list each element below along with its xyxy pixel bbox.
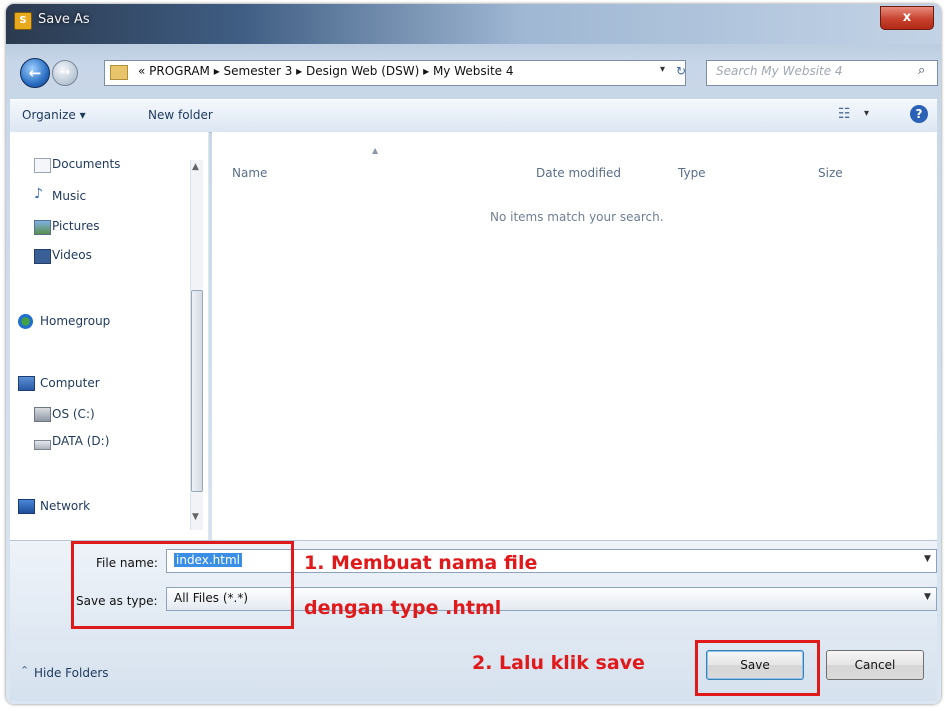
help-icon[interactable]: ?: [910, 105, 928, 123]
annotation-step-1-line-1: 1. Membuat nama file: [304, 552, 538, 574]
scroll-down-icon[interactable]: ▼: [192, 512, 199, 522]
close-button[interactable]: x: [880, 6, 934, 30]
network-icon: [18, 499, 35, 514]
sidebar-item-pictures[interactable]: Pictures: [52, 219, 100, 233]
sort-arrow-icon: ▲: [372, 146, 379, 155]
drive-icon: [34, 407, 51, 422]
back-button[interactable]: ←: [20, 58, 50, 88]
scroll-up-icon[interactable]: ▲: [192, 162, 199, 172]
column-header-date-modified[interactable]: Date modified: [536, 166, 621, 180]
annotation-step-1-line-2: dengan type .html: [304, 597, 502, 619]
annotation-box-file-name: [71, 541, 294, 629]
sidebar-item-computer[interactable]: Computer: [40, 376, 100, 390]
folder-icon: [110, 65, 128, 80]
sidebar-item-homegroup[interactable]: Homegroup: [40, 314, 110, 328]
sidebar-item-data-d[interactable]: DATA (D:): [52, 434, 109, 448]
scrollbar-thumb[interactable]: [191, 290, 203, 492]
column-header-name[interactable]: Name: [232, 166, 267, 180]
chevron-down-icon[interactable]: ▼: [924, 554, 931, 564]
sidebar-item-videos[interactable]: Videos: [52, 248, 92, 262]
annotation-step-2: 2. Lalu klik save: [472, 652, 645, 674]
chevron-down-icon[interactable]: ▼: [924, 592, 931, 602]
search-icon[interactable]: ⌕: [918, 63, 925, 78]
chevron-down-icon[interactable]: ▾: [864, 108, 869, 119]
drive-icon: [34, 440, 51, 450]
annotation-box-save: [695, 640, 820, 696]
forward-button[interactable]: →: [52, 60, 78, 86]
documents-icon: [34, 158, 51, 173]
organize-menu[interactable]: Organize ▾: [22, 108, 86, 122]
title-bar[interactable]: [6, 4, 941, 44]
pictures-icon: [34, 220, 51, 235]
collapse-icon[interactable]: ⌃: [20, 664, 29, 677]
computer-icon: [18, 376, 35, 391]
sidebar-item-music[interactable]: Music: [52, 189, 86, 203]
refresh-icon[interactable]: ↻: [676, 64, 686, 78]
search-placeholder: Search My Website 4: [716, 64, 843, 78]
empty-message: No items match your search.: [490, 210, 664, 224]
sidebar-item-os-c[interactable]: OS (C:): [52, 407, 95, 421]
hide-folders-button[interactable]: Hide Folders: [34, 666, 109, 680]
videos-icon: [34, 249, 51, 264]
column-header-size[interactable]: Size: [818, 166, 843, 180]
column-header-type[interactable]: Type: [678, 166, 706, 180]
file-list[interactable]: [212, 132, 937, 540]
app-icon: S: [14, 12, 32, 30]
new-folder-button[interactable]: New folder: [148, 108, 213, 122]
chevron-down-icon[interactable]: ▾: [660, 64, 665, 75]
sidebar-item-network[interactable]: Network: [40, 499, 90, 513]
music-icon: ♪: [34, 186, 43, 202]
sidebar-item-documents[interactable]: Documents: [52, 157, 120, 171]
cancel-button[interactable]: Cancel: [826, 650, 924, 680]
view-options-icon[interactable]: ☷: [838, 106, 851, 122]
breadcrumb[interactable]: « PROGRAM ▸ Semester 3 ▸ Design Web (DSW…: [138, 64, 514, 78]
homegroup-icon: [18, 314, 33, 329]
window-title: Save As: [38, 12, 90, 27]
